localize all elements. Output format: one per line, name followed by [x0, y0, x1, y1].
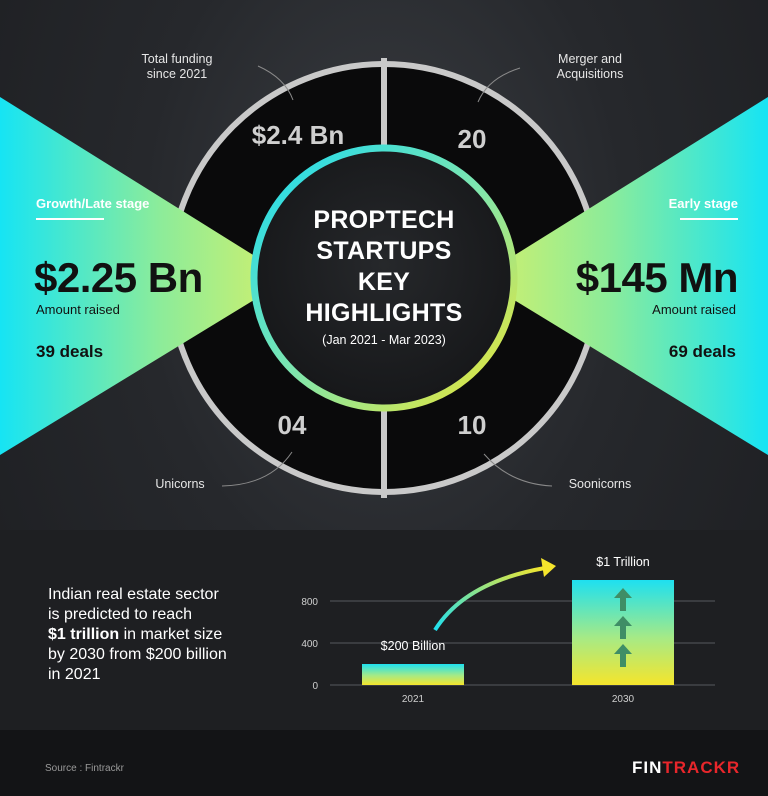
market-size-chart: 0 400 800 $200 Billion 2021 $1 Trillion 2030: [301, 555, 715, 705]
growth-stage-deals: 39 deals: [36, 342, 104, 361]
growth-stage-caption: Amount raised: [36, 302, 120, 317]
note-line: Indian real estate sector: [48, 586, 219, 603]
note-rest: in market size: [119, 626, 223, 643]
center-title-line: KEY: [357, 268, 411, 296]
center-title-line: STARTUPS: [316, 237, 452, 265]
ma-label: Merger and Acquisitions: [525, 52, 655, 82]
x-tick-label: 2021: [402, 694, 425, 705]
note-bold: $1 trillion: [48, 626, 120, 643]
brand-logo: FINTRACKR: [632, 758, 740, 778]
logo-part: FIN: [632, 758, 663, 777]
footer: Source : Fintrackr FINTRACKR: [0, 730, 768, 796]
unicorns-label: Unicorns: [155, 477, 205, 491]
early-stage-underline: [680, 218, 738, 220]
x-tick-label: 2030: [612, 694, 635, 705]
early-stage-deals: 69 deals: [668, 342, 736, 361]
growth-stage-label: Growth/Late stage: [36, 196, 150, 211]
label-line: since 2021: [146, 67, 208, 81]
early-stage-amount: $145 Mn: [575, 254, 739, 301]
note-line: by 2030 from $200 billion: [48, 646, 227, 663]
soonicorns-label: Soonicorns: [568, 477, 632, 491]
growth-stage-amount: $2.25 Bn: [34, 254, 203, 301]
note-line: is predicted to reach: [48, 606, 193, 623]
center-title-block: PROPTECH STARTUPS KEY HIGHLIGHTS (Jan 20…: [284, 205, 484, 347]
infographic: PROPTECH STARTUPS KEY HIGHLIGHTS (Jan 20…: [0, 0, 768, 796]
label-line: Merger and: [558, 52, 622, 66]
label-line: Acquisitions: [556, 67, 624, 81]
source-note: Source : Fintrackr: [45, 763, 124, 774]
center-title-line: HIGHLIGHTS: [305, 299, 463, 327]
note-line: $1 trillion in market size: [48, 625, 288, 645]
early-stage-caption: Amount raised: [652, 302, 736, 317]
growth-arrow-head: [541, 558, 556, 577]
y-tick-label: 400: [301, 639, 318, 650]
center-period: (Jan 2021 - Mar 2023): [322, 333, 446, 347]
growth-arrow: [433, 566, 546, 632]
bar-data-label: $1 Trillion: [596, 555, 650, 569]
early-stage-label: Early stage: [668, 196, 738, 211]
bar: [362, 664, 464, 685]
unicorns-value: 04: [277, 410, 307, 440]
ma-value: 20: [457, 124, 487, 154]
market-section: Indian real estate sector is predicted t…: [0, 530, 768, 730]
total-funding-value: $2.4 Bn: [251, 120, 345, 150]
soonicorns-value: 10: [457, 410, 487, 440]
note-line: in 2021: [48, 666, 101, 683]
center-title-line: PROPTECH: [313, 206, 455, 234]
label-line: Total funding: [141, 52, 213, 66]
bar-data-label: $200 Billion: [381, 639, 446, 653]
growth-stage-underline: [36, 218, 104, 220]
y-tick-label: 800: [301, 597, 318, 608]
y-tick-label: 0: [312, 681, 318, 692]
logo-part-accent: TRACKR: [662, 758, 741, 777]
market-note: Indian real estate sector is predicted t…: [48, 585, 288, 685]
total-funding-label: Total funding since 2021: [112, 52, 242, 82]
